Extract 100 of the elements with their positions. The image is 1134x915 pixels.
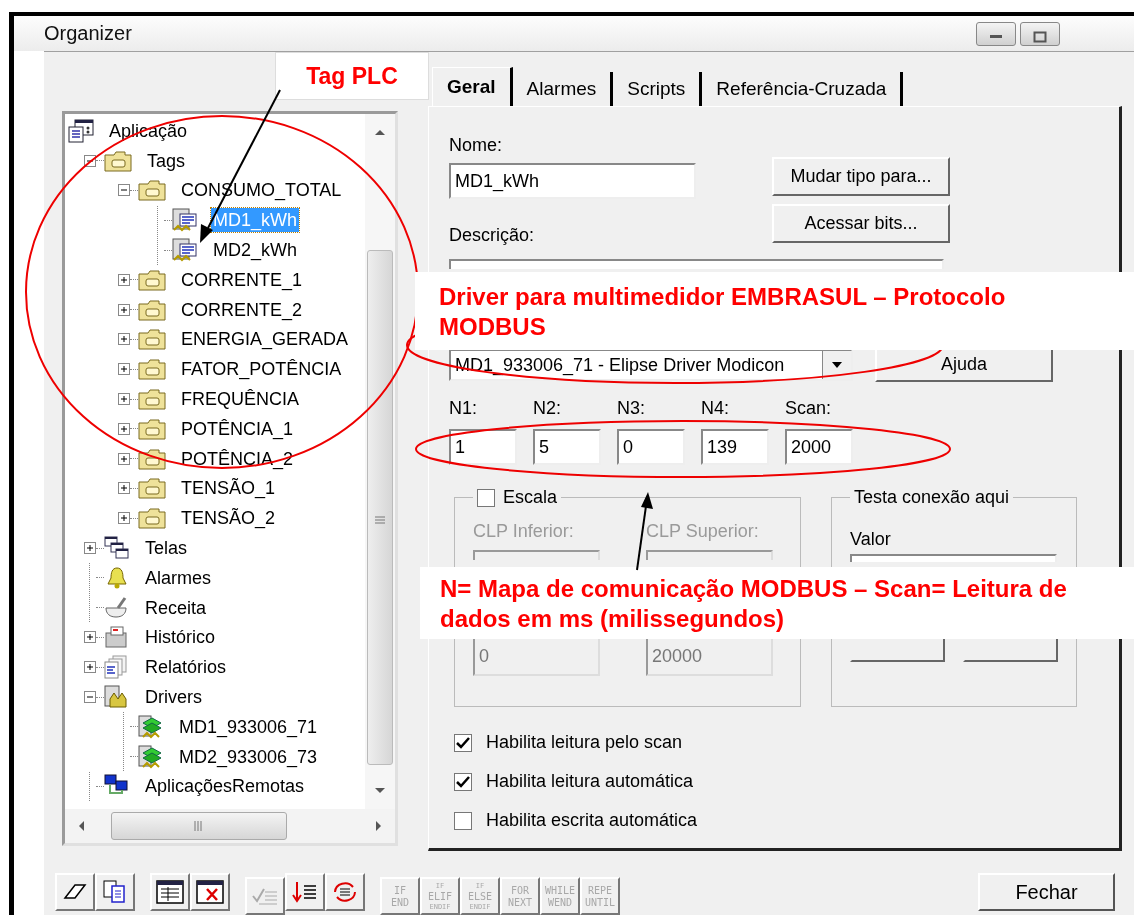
expand-toggle[interactable] xyxy=(118,363,130,376)
toolbar-button[interactable] xyxy=(285,873,325,911)
expand-toggle[interactable] xyxy=(118,303,130,316)
copy-icon xyxy=(102,880,128,904)
checkbox-label: Escala xyxy=(503,487,558,508)
expand-toggle[interactable] xyxy=(118,512,130,525)
address-label: N2: xyxy=(533,397,562,419)
test-button[interactable] xyxy=(850,638,945,662)
scroll-right-icon[interactable] xyxy=(375,820,383,832)
expand-toggle[interactable] xyxy=(118,482,130,495)
tree-item[interactable]: TENSÃO_1 xyxy=(179,476,278,501)
field-label: CLP Superior: xyxy=(646,520,760,542)
table-icon xyxy=(156,880,184,904)
input-field[interactable] xyxy=(473,550,600,560)
tree-item[interactable]: MD2_933006_73 xyxy=(177,744,320,769)
folder-icon xyxy=(138,388,166,411)
close-button[interactable]: Fechar xyxy=(978,873,1115,911)
expand-toggle[interactable] xyxy=(118,184,130,197)
driver-dropdown[interactable]: MD1_933006_71 - Elipse Driver Modicon xyxy=(449,349,853,381)
maximize-button[interactable] xyxy=(1020,21,1060,46)
tree-item[interactable]: CORRENTE_2 xyxy=(179,297,305,322)
tag-icon xyxy=(172,208,198,233)
value-field[interactable] xyxy=(850,554,1057,562)
folder-icon xyxy=(138,507,166,530)
tree-item[interactable]: MD2_kWh xyxy=(211,238,299,263)
application-icon xyxy=(68,118,94,143)
expand-toggle[interactable] xyxy=(118,333,130,346)
expand-toggle[interactable] xyxy=(84,661,96,674)
scroll-left-icon[interactable] xyxy=(77,820,85,832)
address-field[interactable]: 5 xyxy=(533,429,601,465)
address-field[interactable]: 2000 xyxy=(785,429,853,465)
dropdown-arrow-icon xyxy=(831,361,843,369)
delete-table-icon xyxy=(196,880,224,904)
expand-toggle[interactable] xyxy=(118,422,130,435)
tree-item[interactable]: ENERGIA_GERADA xyxy=(179,327,351,352)
folder-icon xyxy=(138,417,166,440)
tree-item[interactable]: Receita xyxy=(143,595,209,620)
tree-item[interactable]: Alarmes xyxy=(143,565,213,590)
tree-item[interactable]: FATOR_POTÊNCIA xyxy=(179,357,344,382)
address-label: N1: xyxy=(449,397,478,419)
expand-toggle[interactable] xyxy=(84,542,96,555)
checkbox[interactable] xyxy=(454,772,472,791)
minimize-button[interactable] xyxy=(976,21,1016,46)
checkbox[interactable] xyxy=(477,488,495,507)
expand-toggle[interactable] xyxy=(84,631,96,644)
tree-item[interactable]: Histórico xyxy=(143,625,217,650)
expand-toggle[interactable] xyxy=(84,154,96,167)
refresh-icon xyxy=(331,880,359,904)
expand-toggle[interactable] xyxy=(118,273,130,286)
tree-item[interactable]: Tags xyxy=(145,148,188,173)
description-field[interactable] xyxy=(449,259,944,269)
tab[interactable]: Geral xyxy=(432,67,513,106)
checkbox-label: Habilita leitura pelo scan xyxy=(486,732,683,753)
windows-icon xyxy=(104,536,130,561)
address-field[interactable]: 1 xyxy=(449,429,517,465)
folder-icon xyxy=(138,298,166,321)
name-field[interactable]: MD1_kWh xyxy=(449,163,696,199)
input-field[interactable]: 20000 xyxy=(646,636,773,676)
toolbar-button[interactable] xyxy=(150,873,190,911)
address-field[interactable]: 139 xyxy=(701,429,769,465)
action-button[interactable]: Mudar tipo para... xyxy=(772,157,950,196)
folder-icon xyxy=(138,328,166,351)
scroll-down-icon[interactable] xyxy=(374,787,386,795)
driver-icon xyxy=(138,714,164,739)
toolbar-button[interactable] xyxy=(55,873,95,911)
checkbox[interactable] xyxy=(454,811,472,830)
address-label: N4: xyxy=(701,397,730,419)
tree-item[interactable]: POTÊNCIA_1 xyxy=(179,416,296,441)
field-label: CLP Inferior: xyxy=(473,520,575,542)
expand-toggle[interactable] xyxy=(84,691,96,704)
address-field[interactable]: 0 xyxy=(617,429,685,465)
tree-item[interactable]: Relatórios xyxy=(143,655,229,680)
folder-icon xyxy=(138,358,166,381)
tree-item[interactable]: CORRENTE_1 xyxy=(179,267,305,292)
toolbar-button[interactable] xyxy=(190,873,230,911)
horizontal-scrollbar[interactable] xyxy=(65,809,395,843)
tree-item[interactable]: Telas xyxy=(143,536,190,561)
action-button[interactable]: Acessar bits... xyxy=(772,204,950,243)
scroll-up-icon[interactable] xyxy=(374,128,386,136)
test-button[interactable] xyxy=(963,638,1058,662)
folder-icon xyxy=(138,477,166,500)
tree-item[interactable]: Drivers xyxy=(143,685,204,710)
tab[interactable]: Alarmes xyxy=(512,72,614,106)
tag-icon xyxy=(172,238,198,263)
bell-icon xyxy=(104,565,130,590)
checkbox[interactable] xyxy=(454,733,472,752)
tab[interactable]: Referência-Cruzada xyxy=(702,72,904,106)
expand-toggle[interactable] xyxy=(118,452,130,465)
tree-item[interactable]: MD1_933006_71 xyxy=(177,714,320,739)
grip-icon xyxy=(375,516,385,524)
tree-item[interactable]: POTÊNCIA_2 xyxy=(179,446,296,471)
group-title: Testa conexão aqui xyxy=(854,487,1010,508)
tree-item[interactable]: AplicaçõesRemotas xyxy=(143,774,307,799)
tree-item[interactable]: FREQUÊNCIA xyxy=(179,387,301,412)
tree-item[interactable]: TENSÃO_2 xyxy=(179,506,278,531)
input-field[interactable] xyxy=(646,550,773,560)
vertical-scrollbar[interactable] xyxy=(365,114,395,809)
tab[interactable]: Scripts xyxy=(613,72,703,106)
expand-toggle[interactable] xyxy=(118,393,130,406)
input-field[interactable]: 0 xyxy=(473,636,600,676)
